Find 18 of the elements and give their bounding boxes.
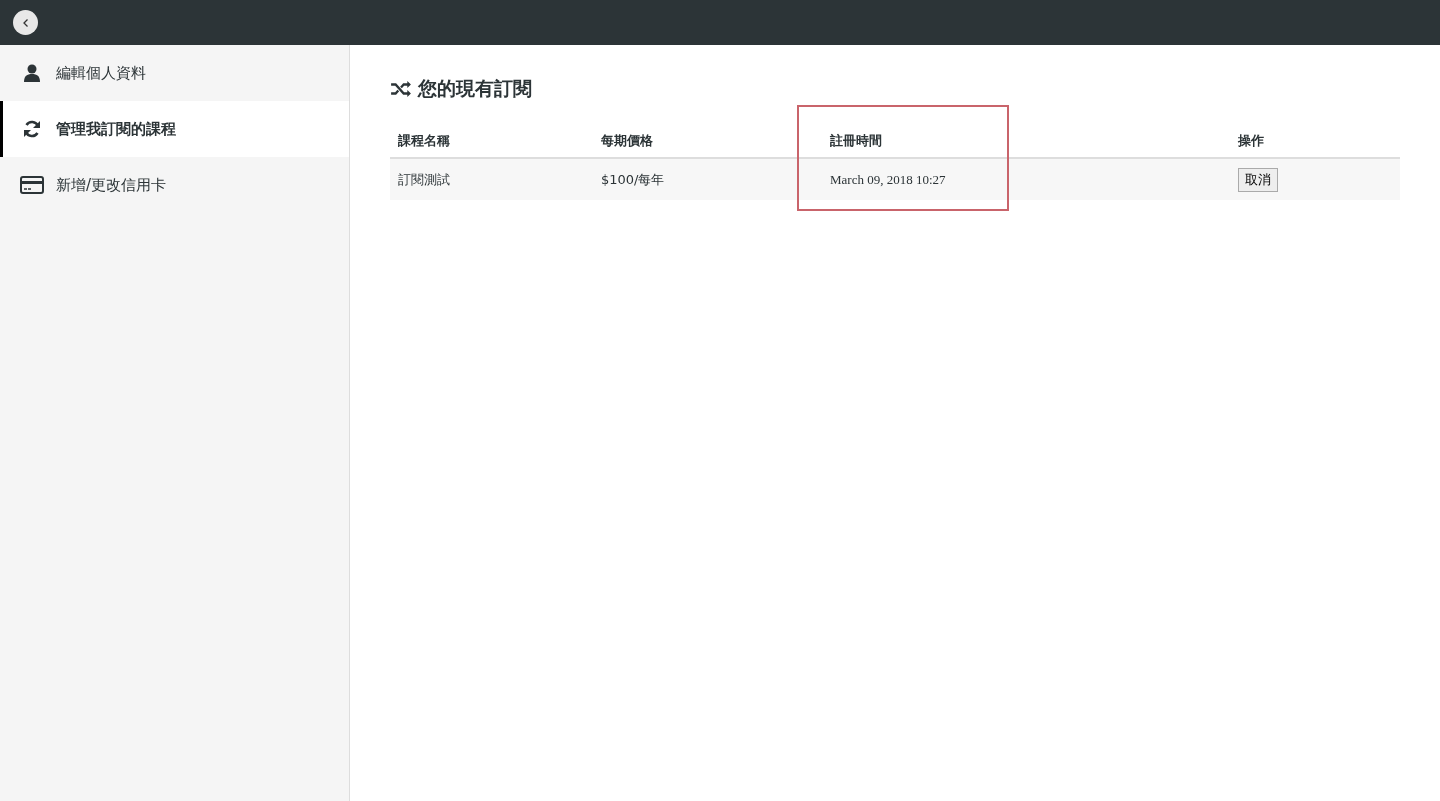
table-cell: 訂閱測試 xyxy=(398,171,450,187)
sidebar-item[interactable]: 管理我訂閱的課程 xyxy=(0,101,349,157)
sidebar-item-label: 管理我訂閱的課程 xyxy=(56,119,176,139)
column-header: 每期價格 xyxy=(600,132,654,150)
cancel-button[interactable]: 取消 xyxy=(1238,167,1278,192)
credit-card-icon xyxy=(20,175,44,195)
back-button[interactable] xyxy=(13,10,38,35)
column-header: 課程名稱 xyxy=(397,132,451,150)
page-title: 您的現有訂閱 xyxy=(418,76,532,101)
sidebar-item-label: 編輯個人資料 xyxy=(56,63,146,83)
column-header: 操作 xyxy=(1237,132,1265,150)
table-cell: $100/每年 xyxy=(601,171,665,187)
column-header: 註冊時間 xyxy=(829,132,883,150)
table-cell: March 09, 2018 10:27 xyxy=(830,171,946,187)
shuffle-icon xyxy=(390,80,412,98)
sidebar-item-label: 新增/更改信用卡 xyxy=(56,175,167,195)
sidebar-item[interactable]: 新增/更改信用卡 xyxy=(0,157,349,213)
sidebar-item[interactable]: 編輯個人資料 xyxy=(0,45,349,101)
